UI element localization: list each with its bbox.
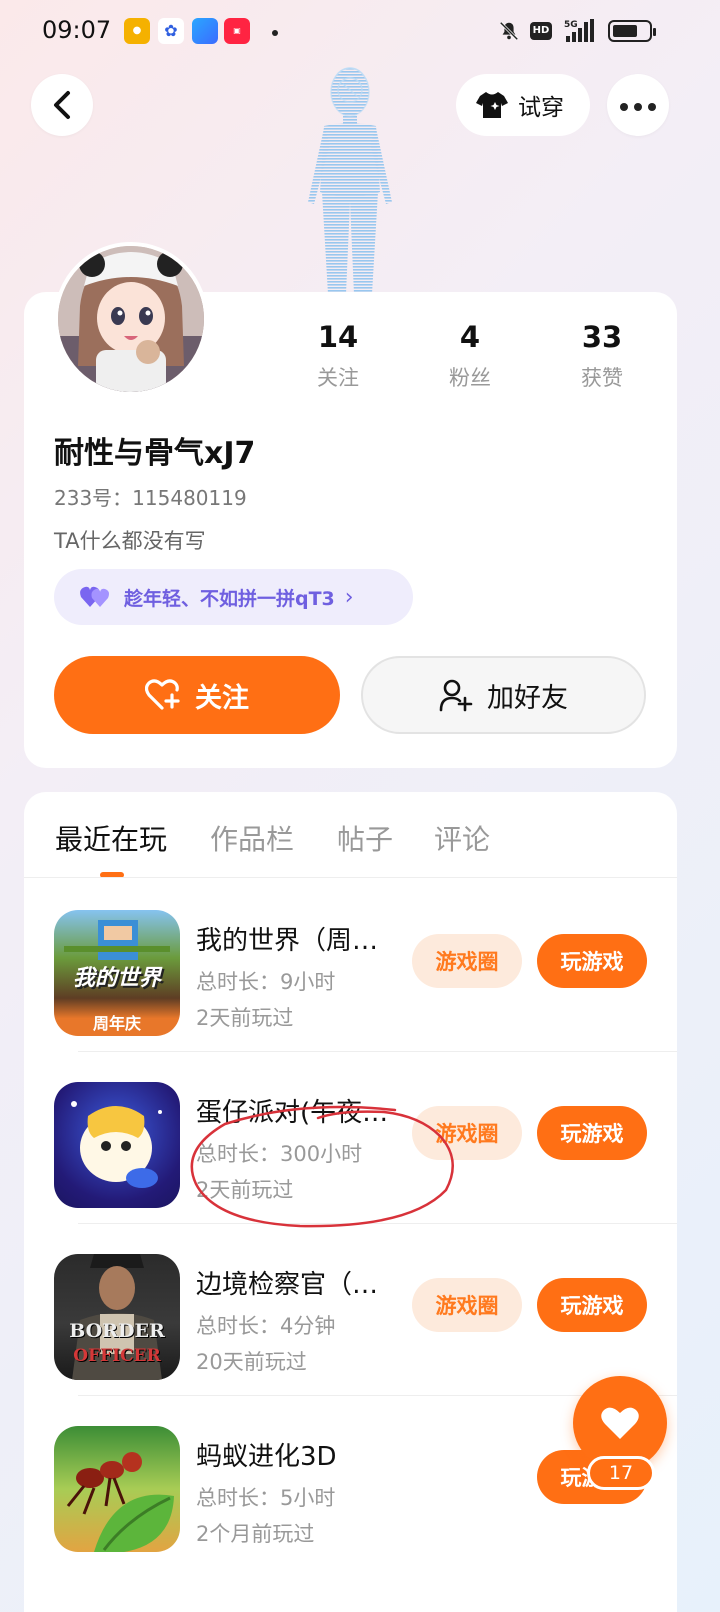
play-game-button[interactable]: 玩游戏 <box>537 1278 647 1332</box>
battery-icon <box>608 20 656 42</box>
weibo-notification-icon: ● <box>124 18 150 44</box>
border-icon-text: BORDER <box>69 1320 165 1342</box>
game-duration: 总时长：9小时 <box>196 970 336 994</box>
back-button[interactable] <box>31 74 93 136</box>
tab-works[interactable]: 作品栏 <box>210 818 294 858</box>
game-circle-label: 游戏圈 <box>435 950 499 974</box>
game-row[interactable]: BORDER OFFICER 边境检察官（… 总时长：4分钟 20天前玩过 游戏… <box>24 1224 677 1396</box>
minecraft-icon-subtext: 周年庆 <box>92 1014 141 1033</box>
game-duration: 总时长：300小时 <box>196 1142 363 1166</box>
tabs-divider <box>24 877 677 878</box>
intro-tag[interactable]: 趁年轻、不如拼一拼qT3 › <box>54 569 413 625</box>
double-heart-icon <box>80 586 109 607</box>
avatar-hologram-figure[interactable] <box>288 62 412 294</box>
user-name: 耐性与骨气xJ7 <box>54 436 256 471</box>
more-options-button[interactable] <box>607 74 669 136</box>
like-count-badge: 17 <box>587 1456 655 1490</box>
baidu-notification-icon: ✿ <box>158 18 184 44</box>
follow-label: 关注 <box>195 682 249 714</box>
game-circle-label: 游戏圈 <box>435 1122 499 1146</box>
network-type-label: 5G <box>564 20 578 30</box>
following-label: 关注 <box>317 366 359 390</box>
stat-likes[interactable]: 33 获赞 <box>542 320 662 392</box>
tshirt-icon <box>476 92 508 118</box>
status-time: 09:07 <box>42 16 112 44</box>
game-circle-button[interactable]: 游戏圈 <box>412 1106 522 1160</box>
likes-count: 33 <box>581 320 623 354</box>
play-game-label: 玩游戏 <box>560 950 624 974</box>
game-last-played: 2天前玩过 <box>196 1178 294 1202</box>
game-duration: 总时长：5小时 <box>196 1486 336 1510</box>
game-title: 我的世界（周… <box>196 926 379 956</box>
game-title: 蛋仔派对(午夜… <box>196 1098 389 1128</box>
play-game-button[interactable]: 玩游戏 <box>537 1106 647 1160</box>
fans-count: 4 <box>459 320 481 354</box>
game-title: 边境检察官（… <box>196 1270 379 1300</box>
follow-button[interactable]: 关注 <box>54 656 340 734</box>
add-user-icon <box>439 679 473 712</box>
following-count: 14 <box>317 320 359 354</box>
game-last-played: 20天前玩过 <box>196 1350 307 1374</box>
mute-bell-icon <box>499 21 519 41</box>
game-row[interactable]: 蛋仔派对(午夜… 总时长：300小时 2天前玩过 游戏圈 玩游戏 <box>24 1052 677 1224</box>
add-friend-label: 加好友 <box>487 682 568 714</box>
stat-following[interactable]: 14 关注 <box>278 320 398 392</box>
more-notifications-dot <box>272 30 278 36</box>
status-bar: 09:07 ● ✿ ▣ HD 5G <box>0 0 720 64</box>
play-game-label: 玩游戏 <box>560 1294 624 1318</box>
tab-comments[interactable]: 评论 <box>434 818 490 858</box>
user-bio: TA什么都没有写 <box>54 529 206 553</box>
heart-icon <box>601 1407 639 1439</box>
game-title: 蚂蚁进化3D <box>196 1442 337 1472</box>
tab-posts[interactable]: 帖子 <box>337 818 393 858</box>
game-row[interactable]: 我的世界 周年庆 我的世界（周… 总时长：9小时 2天前玩过 游戏圈 玩游戏 <box>24 880 677 1052</box>
play-game-button[interactable]: 玩游戏 <box>537 934 647 988</box>
xiaohongshu-notification-icon: ▣ <box>224 18 250 44</box>
play-game-label: 玩游戏 <box>560 1122 624 1146</box>
intro-tag-label: 趁年轻、不如拼一拼qT3 <box>124 587 335 610</box>
signal-icon: 5G <box>564 19 594 42</box>
hd-badge: HD <box>530 22 552 40</box>
game-duration: 总时长：4分钟 <box>196 1314 336 1338</box>
more-dots-icon <box>617 96 659 115</box>
user-id: 233号：115480119 <box>54 486 247 510</box>
stat-fans[interactable]: 4 粉丝 <box>410 320 530 392</box>
game-circle-button[interactable]: 游戏圈 <box>412 1278 522 1332</box>
avatar[interactable] <box>54 242 208 396</box>
back-arrow-icon <box>54 91 70 119</box>
game-circle-button[interactable]: 游戏圈 <box>412 934 522 988</box>
fans-label: 粉丝 <box>449 366 491 390</box>
try-on-button[interactable]: 试穿 <box>456 74 590 136</box>
chevron-right-icon: › <box>344 584 354 610</box>
add-friend-button[interactable]: 加好友 <box>361 656 646 734</box>
game-last-played: 2天前玩过 <box>196 1006 294 1030</box>
game-last-played: 2个月前玩过 <box>196 1522 315 1546</box>
heart-plus-icon <box>145 679 180 710</box>
likes-label: 获赞 <box>581 366 623 390</box>
tab-recently-played[interactable]: 最近在玩 <box>55 818 167 858</box>
border-icon-subtext: OFFICER <box>73 1346 161 1366</box>
anime-avatar-image <box>58 246 204 392</box>
ant-evolution-game-icon[interactable] <box>54 1426 180 1552</box>
try-on-label: 试穿 <box>518 95 564 121</box>
minecraft-game-icon[interactable]: 我的世界 周年庆 <box>54 910 180 1036</box>
minecraft-icon-text: 我的世界 <box>72 966 161 991</box>
game-circle-label: 游戏圈 <box>435 1294 499 1318</box>
border-officer-game-icon[interactable]: BORDER OFFICER <box>54 1254 180 1380</box>
eggy-party-game-icon[interactable] <box>54 1082 180 1208</box>
app-notification-icon <box>192 18 218 44</box>
